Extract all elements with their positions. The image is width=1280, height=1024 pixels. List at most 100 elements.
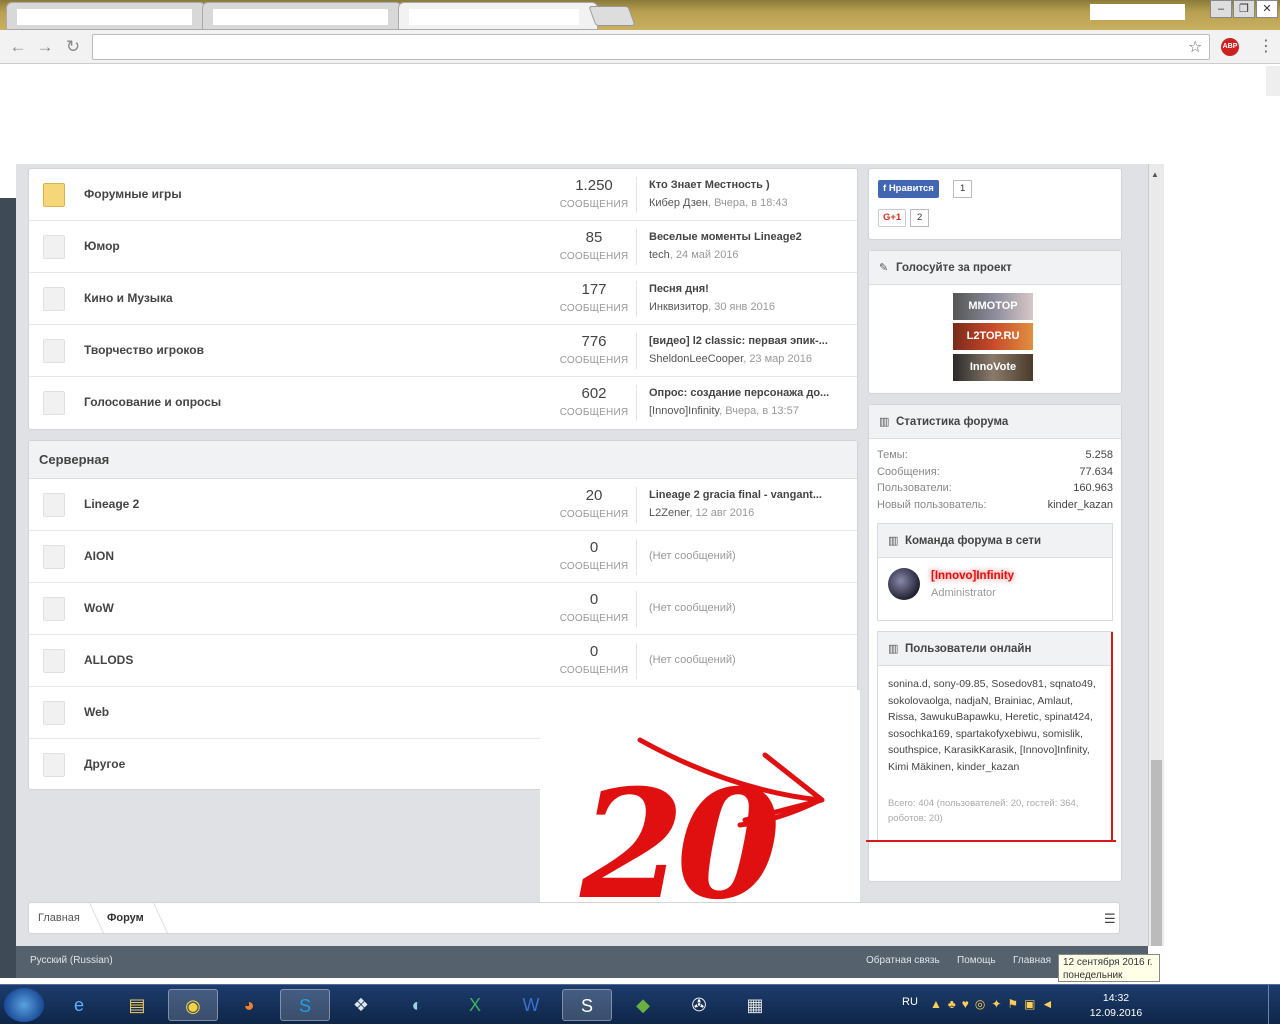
- address-bar[interactable]: [92, 34, 1210, 60]
- last-post-user[interactable]: tech: [649, 249, 670, 261]
- forum-row[interactable]: AION 0 СООБЩЕНИЯ (Нет сообщений): [29, 531, 857, 583]
- last-post-user[interactable]: [Innovo]Infinity: [649, 405, 719, 417]
- obs-icon[interactable]: ✇: [674, 989, 724, 1021]
- breadcrumb-current[interactable]: Форум: [107, 912, 144, 924]
- last-post-user[interactable]: Кибер Дзен: [649, 197, 708, 209]
- forum-title[interactable]: ALLODS: [84, 653, 133, 667]
- adblock-icon[interactable]: ABP: [1221, 38, 1239, 56]
- browser-tab[interactable]: [202, 2, 402, 30]
- facebook-like-button[interactable]: f Нравится: [878, 180, 939, 198]
- vote-banner-mmotop[interactable]: MMOTOP: [953, 293, 1033, 320]
- forum-title[interactable]: Web: [84, 705, 109, 719]
- video-editor-icon[interactable]: ▦: [730, 989, 780, 1021]
- forum-title[interactable]: Другое: [84, 757, 125, 771]
- forum-row[interactable]: Творчество игроков 776 СООБЩЕНИЯ [видео] l2…: [29, 325, 857, 377]
- media-icon[interactable]: ◐: [392, 989, 442, 1021]
- browser-tab-active[interactable]: [398, 2, 598, 30]
- forum-row[interactable]: Голосование и опросы 602 СООБЩЕНИЯ Опрос: с…: [29, 377, 857, 429]
- last-post-user[interactable]: SheldonLeeCooper: [649, 353, 743, 365]
- online-title: Пользователи онлайн: [905, 643, 1032, 655]
- forum-title[interactable]: Lineage 2: [84, 497, 139, 511]
- team-member-name[interactable]: [Innovo]Infinity: [931, 570, 1014, 582]
- forum-title[interactable]: Кино и Музыка: [84, 291, 173, 305]
- forum-title[interactable]: AION: [84, 549, 114, 563]
- last-post-user[interactable]: L2Zener: [649, 507, 689, 519]
- stat-label: Темы:: [877, 449, 908, 461]
- start-button[interactable]: [4, 988, 44, 1022]
- back-icon[interactable]: ←: [8, 37, 28, 57]
- tray-icons[interactable]: ▲♣♥◎✦⚑▣◄: [930, 997, 1059, 1011]
- minimize-button[interactable]: –: [1210, 0, 1232, 18]
- browser-tab-strip: – ❐ ✕: [0, 0, 1280, 30]
- footer-link-home[interactable]: Главная: [1013, 955, 1051, 966]
- message-count-label: СООБЩЕНИЯ: [559, 613, 629, 624]
- clock[interactable]: 14:32 12.09.2016: [1084, 991, 1148, 1021]
- last-post-title[interactable]: Песня дня!: [649, 283, 849, 295]
- last-post-title[interactable]: Кто Знает Местность ): [649, 179, 849, 191]
- close-button[interactable]: ✕: [1256, 0, 1278, 18]
- scroll-up-icon[interactable]: ▲: [1151, 170, 1159, 179]
- forward-icon[interactable]: →: [35, 37, 55, 57]
- last-post-title[interactable]: [видео] l2 classic: первая эпик-...: [649, 335, 849, 347]
- message-count-label: СООБЩЕНИЯ: [559, 407, 629, 418]
- language-selector[interactable]: Русский (Russian): [30, 955, 113, 966]
- footer-link-help[interactable]: Помощь: [957, 955, 996, 966]
- scroll-thumb[interactable]: [1151, 760, 1162, 946]
- forum-row[interactable]: Кино и Музыка 177 СООБЩЕНИЯ Песня дня! Инкви…: [29, 273, 857, 325]
- chrome-icon[interactable]: ◉: [168, 989, 218, 1021]
- game-icon[interactable]: ◆: [618, 989, 668, 1021]
- last-post-title[interactable]: Lineage 2 gracia final - vangant...: [649, 489, 849, 501]
- forum-title[interactable]: Юмор: [84, 239, 120, 253]
- show-desktop-button[interactable]: [1268, 985, 1280, 1024]
- word-icon[interactable]: W: [506, 989, 556, 1021]
- message-count: 177: [581, 281, 607, 298]
- browser-menu-icon[interactable]: ⋮: [1258, 36, 1274, 56]
- stat-row: Темы: 5.258: [877, 449, 1113, 461]
- app-s-icon[interactable]: S: [562, 989, 612, 1021]
- app-icon[interactable]: ❖: [336, 989, 386, 1021]
- message-count-label: СООБЩЕНИЯ: [559, 199, 629, 210]
- breadcrumb-home[interactable]: Главная: [38, 912, 80, 924]
- forum-row[interactable]: WoW 0 СООБЩЕНИЯ (Нет сообщений): [29, 583, 857, 635]
- browser-tab[interactable]: [6, 2, 206, 30]
- forum-title[interactable]: Творчество игроков: [84, 343, 204, 357]
- reload-icon[interactable]: ↻: [63, 37, 83, 57]
- column-divider: [636, 281, 637, 317]
- google-plus-button[interactable]: G+1: [878, 209, 907, 227]
- new-tab-button[interactable]: [588, 6, 636, 26]
- last-post-title[interactable]: Опрос: создание персонажа до...: [649, 387, 849, 399]
- last-post-meta: Кибер Дзен, Вчера, в 18:43: [649, 197, 849, 209]
- footer-link-feedback[interactable]: Обратная связь: [866, 955, 940, 966]
- message-count: 85: [585, 229, 603, 246]
- message-count: 1.250: [575, 177, 613, 194]
- bookmark-star-icon[interactable]: ☆: [1188, 37, 1202, 57]
- last-post-title[interactable]: Веселые моменты Lineage2: [649, 231, 849, 243]
- explorer-icon[interactable]: ▤: [112, 989, 162, 1021]
- message-count-label: СООБЩЕНИЯ: [559, 509, 629, 520]
- online-user-list[interactable]: sonina.d, sony-09.85, Sosedov81, sqnato4…: [888, 676, 1104, 775]
- list-icon[interactable]: ☰: [1104, 911, 1116, 927]
- forum-row[interactable]: Юмор 85 СООБЩЕНИЯ Веселые моменты Lineage2 t…: [29, 221, 857, 273]
- inner-scrollbar[interactable]: ▲: [1148, 164, 1164, 946]
- avatar[interactable]: [888, 568, 920, 600]
- stat-value[interactable]: kinder_kazan: [1048, 499, 1113, 511]
- skype-icon[interactable]: S: [280, 989, 330, 1021]
- ie-icon[interactable]: e: [54, 989, 104, 1021]
- forum-row[interactable]: Lineage 2 20 СООБЩЕНИЯ Lineage 2 gracia fin…: [29, 479, 857, 531]
- firefox-icon[interactable]: ◕: [224, 989, 274, 1021]
- breadcrumb-separator: [78, 903, 104, 933]
- forum-title[interactable]: Голосование и опросы: [84, 395, 221, 409]
- maximize-button[interactable]: ❐: [1233, 0, 1255, 18]
- vote-banner-innovote[interactable]: InnoVote: [953, 354, 1033, 381]
- column-divider: [636, 177, 637, 213]
- forum-title[interactable]: Форумные игры: [84, 187, 182, 201]
- forum-status-icon: [43, 753, 65, 777]
- keyboard-language[interactable]: RU: [902, 996, 918, 1008]
- last-post-meta: tech, 24 май 2016: [649, 249, 849, 261]
- forum-row[interactable]: Форумные игры 1.250 СООБЩЕНИЯ Кто Знает Мес…: [29, 169, 857, 221]
- vote-banner-l2top[interactable]: L2TOP.RU: [953, 323, 1033, 350]
- gplus-count: 2: [910, 209, 930, 227]
- excel-icon[interactable]: X: [450, 989, 500, 1021]
- last-post-user[interactable]: Инквизитор: [649, 301, 708, 313]
- forum-title[interactable]: WoW: [84, 601, 114, 615]
